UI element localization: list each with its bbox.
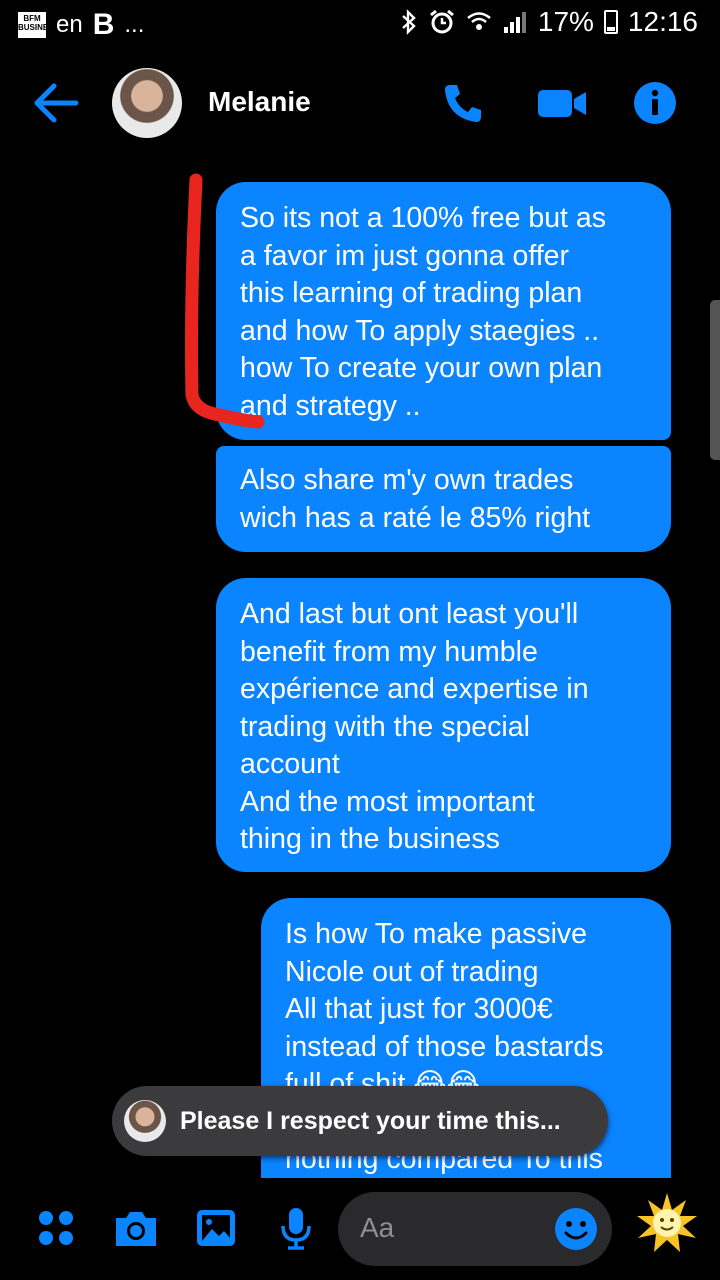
bluetooth-icon xyxy=(402,9,416,35)
message-bubble[interactable]: So its not a 100% free but as a favor im… xyxy=(216,182,671,440)
message-bubble[interactable]: Also share m'y own trades wich has a rat… xyxy=(216,446,671,552)
info-icon[interactable] xyxy=(632,80,678,126)
message-input-placeholder: Aa xyxy=(360,1212,395,1243)
status-right: 17% 12:16 xyxy=(400,6,698,38)
message-preview-toast[interactable]: Please I respect your time this... xyxy=(112,1086,608,1156)
phone-icon[interactable] xyxy=(440,80,486,126)
emoji-icon[interactable] xyxy=(554,1207,598,1251)
lang-indicator: en xyxy=(56,11,83,38)
sun-sticker-icon[interactable] xyxy=(636,1192,698,1254)
battery-percent: 17% xyxy=(537,6,594,37)
bfm-app-icon: BFM BUSINESS xyxy=(18,12,59,38)
contact-name[interactable]: Melanie xyxy=(208,86,311,118)
video-camera-icon[interactable] xyxy=(536,80,588,126)
message-input[interactable]: Aa xyxy=(338,1192,612,1266)
clock: 12:16 xyxy=(627,6,698,37)
more-notifications: ... xyxy=(124,11,145,38)
app-letter-icon: B xyxy=(92,8,115,41)
signal-icon xyxy=(503,12,526,33)
contact-avatar[interactable] xyxy=(112,68,182,138)
message-bubble[interactable]: And last but ont least you'll benefit fr… xyxy=(216,578,671,872)
apps-icon[interactable] xyxy=(34,1206,78,1250)
back-arrow-icon[interactable] xyxy=(30,80,80,126)
camera-icon[interactable] xyxy=(112,1206,160,1250)
toast-text: Please I respect your time this... xyxy=(180,1106,561,1135)
microphone-icon[interactable] xyxy=(274,1206,318,1250)
scrollbar[interactable] xyxy=(710,300,720,460)
wifi-icon xyxy=(467,12,491,30)
status-left: BFM BUSINESS en B ... xyxy=(18,8,144,42)
conversation-header: Melanie xyxy=(0,58,720,148)
toast-avatar xyxy=(124,1100,166,1142)
battery-icon xyxy=(603,10,618,34)
image-icon[interactable] xyxy=(194,1206,238,1250)
alarm-icon xyxy=(429,9,454,34)
status-bar: BFM BUSINESS en B ... 17% 12:16 xyxy=(0,0,720,50)
composer-bar: Aa xyxy=(0,1190,720,1270)
